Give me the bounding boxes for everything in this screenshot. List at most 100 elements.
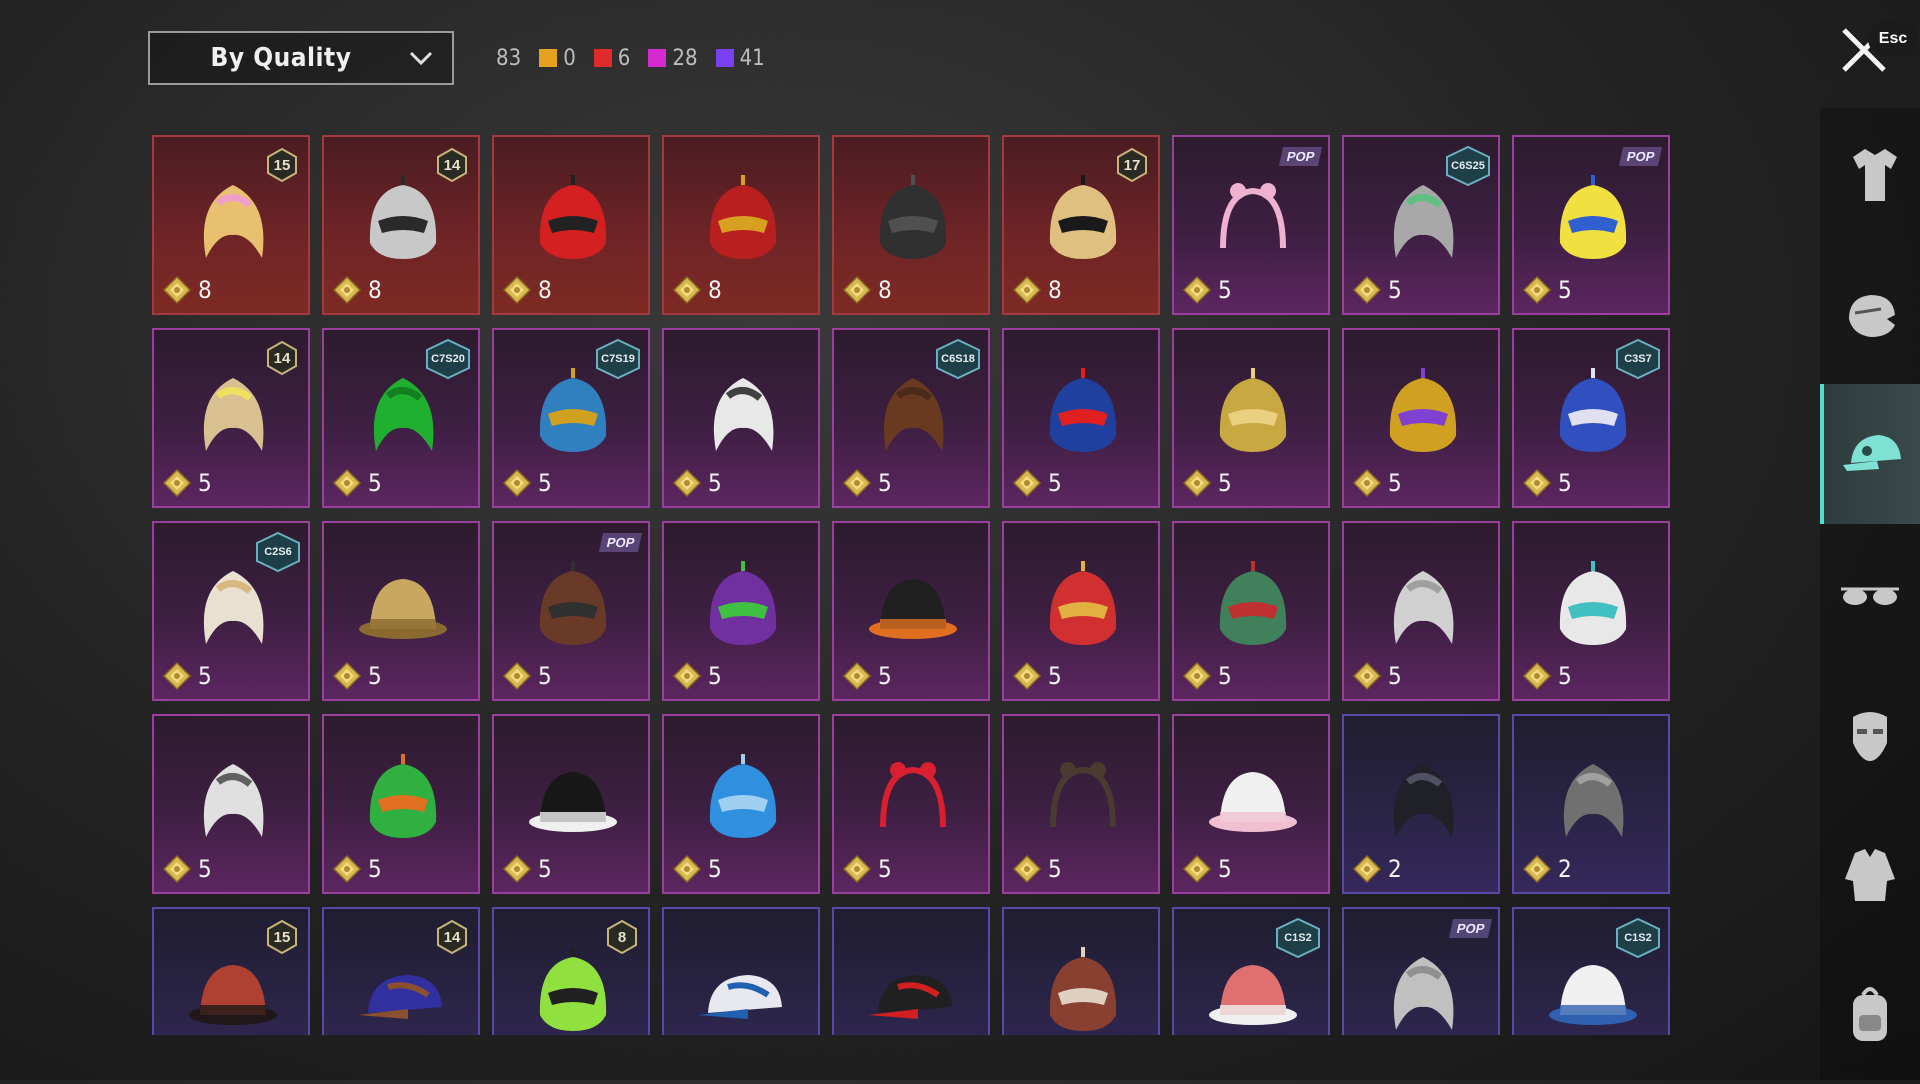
item-tile[interactable]: POP 5 [1172, 135, 1330, 315]
quality-count-value: 6 [617, 45, 631, 71]
item-tile[interactable]: 5 [1342, 328, 1500, 508]
item-tile[interactable]: 5 [662, 521, 820, 701]
sidebar-tab-mask[interactable] [1820, 664, 1920, 804]
season-badge-label: C3S7 [1624, 353, 1652, 365]
item-price: 5 [1522, 468, 1572, 498]
coin-icon [332, 661, 362, 691]
item-tile[interactable]: 14 8 [322, 135, 480, 315]
item-tile[interactable]: 5 [662, 714, 820, 894]
item-tile[interactable]: 5 [1342, 521, 1500, 701]
item-price: 5 [1352, 275, 1402, 305]
level-badge-label: 14 [273, 349, 291, 367]
item-tile[interactable]: 8 [492, 907, 650, 1035]
level-badge-label: 8 [617, 928, 627, 946]
item-tile[interactable]: POP [1342, 907, 1500, 1035]
coin-icon [502, 275, 532, 305]
quality-swatch [648, 49, 667, 67]
item-tile[interactable]: POP 5 [1512, 135, 1670, 315]
item-tile[interactable]: 5 [1002, 521, 1160, 701]
level-badge: 14 [264, 340, 300, 376]
item-price: 5 [332, 854, 382, 884]
item-tile[interactable]: 5 [832, 714, 990, 894]
item-tile[interactable]: 5 [1172, 714, 1330, 894]
item-tile[interactable]: 14 5 [152, 328, 310, 508]
item-price-value: 5 [1388, 469, 1402, 497]
sidebar-tab-headwear[interactable] [1820, 384, 1920, 524]
item-tile[interactable]: 8 [662, 135, 820, 315]
item-tile[interactable]: 5 [832, 521, 990, 701]
item-tile[interactable]: 5 [1512, 521, 1670, 701]
item-tile[interactable]: C6S25 5 [1342, 135, 1500, 315]
sidebar-tab-jacket[interactable] [1820, 804, 1920, 944]
item-price-value: 5 [538, 855, 552, 883]
item-tile[interactable]: C1S2 [1172, 907, 1330, 1035]
pop-badge: POP [1448, 919, 1493, 938]
item-tile[interactable]: 5 [152, 714, 310, 894]
item-price-value: 5 [1558, 276, 1572, 304]
quality-swatch [593, 49, 612, 67]
item-price-value: 5 [198, 662, 212, 690]
item-tile[interactable]: C7S20 5 [322, 328, 480, 508]
item-price: 5 [842, 854, 892, 884]
item-tile[interactable]: 5 [1002, 328, 1160, 508]
item-price: 2 [1352, 854, 1402, 884]
coin-icon [502, 661, 532, 691]
coin-icon [672, 854, 702, 884]
coin-icon [842, 275, 872, 305]
item-tile[interactable]: C1S2 [1512, 907, 1670, 1035]
chevron-down-icon [409, 51, 433, 66]
grey-hair-clip-icon [1538, 742, 1648, 852]
item-tile[interactable]: 15 [152, 907, 310, 1035]
item-price: 5 [672, 854, 722, 884]
item-tile[interactable]: 5 [322, 521, 480, 701]
coin-icon [162, 661, 192, 691]
item-tile[interactable]: 5 [662, 328, 820, 508]
brown-head-wrap-icon [1028, 935, 1138, 1035]
coin-icon [162, 275, 192, 305]
item-tile[interactable]: 2 [1342, 714, 1500, 894]
item-price-value: 5 [1218, 855, 1232, 883]
item-tile[interactable] [832, 907, 990, 1035]
item-tile[interactable]: 8 [492, 135, 650, 315]
quality-count-value: 41 [739, 45, 765, 71]
sidebar-tab-bag[interactable] [1820, 944, 1920, 1084]
item-tile[interactable]: C7S19 5 [492, 328, 650, 508]
item-price: 8 [842, 275, 892, 305]
item-tile[interactable]: 5 [1002, 714, 1160, 894]
item-tile[interactable]: C6S18 5 [832, 328, 990, 508]
purple-green-mech-helmet-icon [688, 549, 798, 659]
item-price: 5 [1182, 275, 1232, 305]
item-tile[interactable]: 5 [492, 714, 650, 894]
mask-icon [1853, 712, 1887, 761]
item-tile[interactable]: 15 8 [152, 135, 310, 315]
item-price: 5 [332, 661, 382, 691]
gold-purple-mask-icon [1368, 356, 1478, 466]
item-tile[interactable]: C2S6 5 [152, 521, 310, 701]
item-price-value: 2 [1558, 855, 1572, 883]
item-tile[interactable] [662, 907, 820, 1035]
level-badge-label: 15 [273, 156, 291, 174]
sidebar-tab-eyewear[interactable] [1820, 524, 1920, 664]
item-tile[interactable]: 17 8 [1002, 135, 1160, 315]
red-helmet-icon [518, 163, 628, 273]
sort-dropdown[interactable]: By Quality [148, 31, 454, 85]
item-tile[interactable]: C3S7 5 [1512, 328, 1670, 508]
coin-icon [1182, 854, 1212, 884]
sidebar-tab-face[interactable] [1820, 244, 1920, 384]
black-red-cap-icon [858, 935, 968, 1035]
item-tile[interactable] [1002, 907, 1160, 1035]
blue-spiky-mask-icon [688, 742, 798, 852]
season-badge-label: C1S2 [1284, 932, 1312, 944]
item-tile[interactable]: 5 [1172, 521, 1330, 701]
horn-headband-icon [1028, 742, 1138, 852]
item-tile[interactable]: 8 [832, 135, 990, 315]
item-tile[interactable]: 5 [1172, 328, 1330, 508]
item-price-value: 5 [538, 469, 552, 497]
item-tile[interactable]: POP 5 [492, 521, 650, 701]
item-tile[interactable]: 5 [322, 714, 480, 894]
item-tile[interactable]: 14 [322, 907, 480, 1035]
coin-icon [1182, 468, 1212, 498]
sidebar-tab-outfit[interactable] [1820, 104, 1920, 244]
item-price-value: 5 [198, 855, 212, 883]
item-tile[interactable]: 2 [1512, 714, 1670, 894]
